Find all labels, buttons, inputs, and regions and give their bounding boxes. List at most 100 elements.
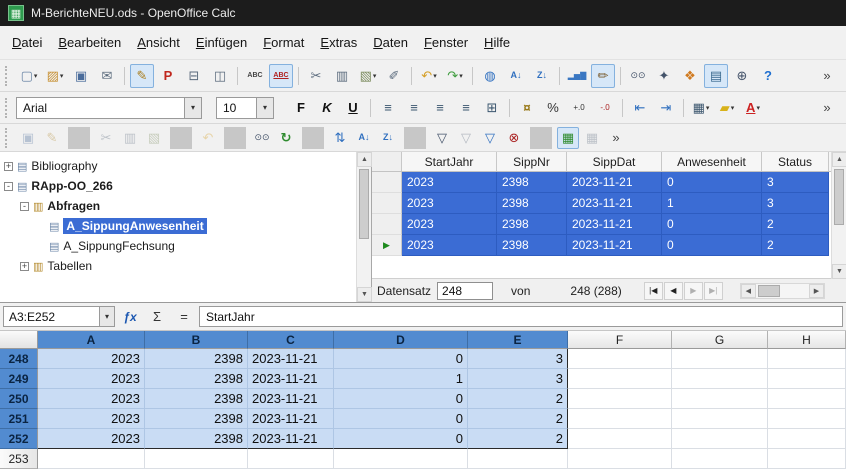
db-cell-startjahr[interactable]: 2023 [402,214,497,235]
cell[interactable]: 2 [468,389,568,409]
name-box[interactable]: A3:E252 ▾ [3,306,115,327]
borders-button[interactable]: ▦ ▾ [689,96,713,120]
menu-fenster[interactable]: Fenster [416,32,476,53]
scrollbar-track[interactable] [756,284,809,298]
cell[interactable] [768,389,846,409]
pdf-export-button[interactable]: P ▾ [156,64,180,88]
undo-button[interactable]: ↶ ▾ [417,64,441,88]
data-sources-button[interactable]: ▤ ▾ [704,64,728,88]
cell[interactable]: 2023 [38,369,145,389]
data-to-text-button[interactable]: ▦ ▾ [557,127,579,149]
menu-einfuegen[interactable]: Einfügen [188,32,255,53]
cell[interactable]: 1 [334,369,468,389]
table-row[interactable]: 2023 2398 2023-11-21 1 3 [372,193,846,214]
record-row-header[interactable] [372,193,402,214]
table-row[interactable]: 2023 2398 2023-11-21 0 2 [372,214,846,235]
row-header[interactable]: 250 [0,389,38,409]
column-header-a[interactable]: A [38,331,145,349]
save-record-button[interactable]: ▣ ▾ [17,127,39,149]
tree-expander[interactable] [36,242,45,251]
save-button[interactable]: ▣ ▾ [69,64,93,88]
open-button[interactable]: ▨ ▾ [43,64,67,88]
email-button[interactable]: ✉ ▾ [95,64,119,88]
db-cell-sippdat[interactable]: 2023-11-21 [567,235,662,256]
cell[interactable] [568,369,672,389]
decrease-indent-button[interactable]: ⇤ ▾ [628,96,652,120]
scrollbar-thumb[interactable] [359,169,369,239]
cut-button[interactable]: ✂ ▾ [304,64,328,88]
db-cell-sippdat[interactable]: 2023-11-21 [567,214,662,235]
tree-item-abfragen[interactable]: - ▥ Abfragen [0,196,356,216]
table-row[interactable]: ▶ 2023 2398 2023-11-21 0 2 [372,235,846,256]
new-document-button[interactable]: ▢ ▾ [17,64,41,88]
sort-button[interactable]: ⇅ ▾ [329,127,351,149]
record-number-input[interactable]: 248 [437,282,493,300]
row-header[interactable]: 249 [0,369,38,389]
cell[interactable] [768,429,846,449]
menu-extras[interactable]: Extras [312,32,365,53]
column-header-sippdat[interactable]: SippDat [567,152,662,171]
reset-filter-button[interactable]: ⊗ ▾ [503,127,525,149]
column-header-sippnr[interactable]: SippNr [497,152,567,171]
cell[interactable] [145,449,248,469]
db-cell-status[interactable]: 3 [762,172,829,193]
cell[interactable] [768,349,846,369]
standard-filter-button[interactable]: ▽ ▾ [479,127,501,149]
table-row[interactable]: 2023 2398 2023-11-21 0 3 [372,172,846,193]
page-preview-button[interactable]: ◫ ▾ [208,64,232,88]
cell[interactable] [568,389,672,409]
tree-item-rapp-oo-266[interactable]: - ▤ RApp-OO_266 [0,176,356,196]
cell[interactable] [672,369,768,389]
cell[interactable]: 2023 [38,409,145,429]
cell[interactable] [248,449,334,469]
scroll-down-icon[interactable]: ▼ [357,287,372,302]
tree-item-a-sippungfechsung[interactable]: ▤ A_SippungFechsung [0,236,356,256]
cell[interactable] [768,369,846,389]
record-row-header[interactable]: ▶ [372,235,402,256]
cell[interactable]: 3 [468,349,568,369]
cell[interactable]: 2 [468,429,568,449]
cell[interactable]: 2398 [145,429,248,449]
copy-record-button[interactable]: ▥ ▾ [119,127,141,149]
chevron-down-icon[interactable]: ▾ [256,98,273,118]
row-header[interactable]: 252 [0,429,38,449]
hyperlink-button[interactable]: ◍ ▾ [478,64,502,88]
row-header[interactable]: 253 [0,449,38,469]
find-record-button[interactable]: ⊙⊙ ▾ [251,127,273,149]
cell[interactable]: 2023-11-21 [248,409,334,429]
toolbar-overflow-button[interactable]: » ▾ [815,96,839,120]
cell[interactable] [568,409,672,429]
cell[interactable]: 0 [334,389,468,409]
db-cell-status[interactable]: 2 [762,235,829,256]
db-table-scrollbar[interactable]: ▲ ▼ [831,152,846,279]
spellcheck-button[interactable]: ABC ▾ [243,64,267,88]
redo-button[interactable]: ↷ ▾ [443,64,467,88]
cell[interactable] [672,409,768,429]
underline-button[interactable]: U ▾ [341,96,365,120]
tree-item-tabellen[interactable]: + ▥ Tabellen [0,256,356,276]
cell[interactable]: 0 [334,429,468,449]
scrollbar-track[interactable] [832,167,846,264]
cell[interactable] [672,429,768,449]
add-decimal-button[interactable]: +.0 ▾ [567,96,591,120]
cell[interactable] [468,449,568,469]
cell[interactable]: 0 [334,409,468,429]
paste-button[interactable]: ▧ ▾ [356,64,380,88]
equals-button[interactable]: = [172,306,196,327]
record-row-header[interactable] [372,214,402,235]
cell[interactable] [672,449,768,469]
cell[interactable]: 2023 [38,389,145,409]
cell[interactable]: 0 [334,349,468,369]
first-record-button[interactable]: |◀ [644,282,663,300]
increase-indent-button[interactable]: ⇥ ▾ [654,96,678,120]
tree-expander[interactable]: + [4,162,13,171]
menu-ansicht[interactable]: Ansicht [129,32,188,53]
db-cell-anwesenheit[interactable]: 0 [662,214,762,235]
scrollbar-track[interactable] [357,167,371,287]
column-header-c[interactable]: C [248,331,334,349]
draw-functions-button[interactable]: ✏ ▾ [591,64,615,88]
refresh-button[interactable]: ↻ ▾ [275,127,297,149]
db-cell-startjahr[interactable]: 2023 [402,172,497,193]
cell[interactable]: 2023-11-21 [248,369,334,389]
menu-hilfe[interactable]: Hilfe [476,32,518,53]
